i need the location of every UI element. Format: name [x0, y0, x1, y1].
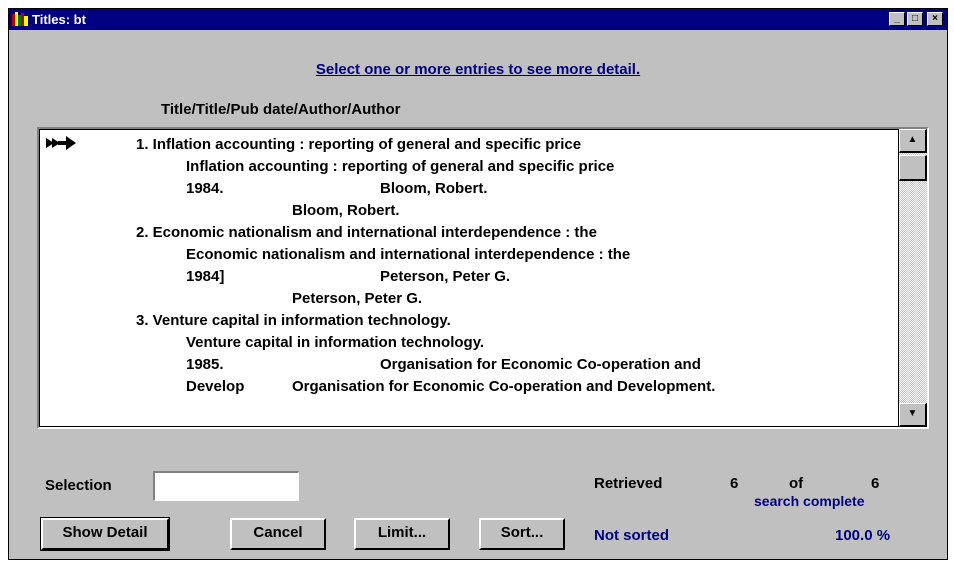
total-count: 6 — [871, 475, 880, 492]
close-button[interactable]: × — [927, 12, 943, 26]
title-bar[interactable]: Titles: bt _ □ × — [9, 9, 947, 30]
list-item[interactable]: Organisation for Economic Co-operation a… — [380, 356, 701, 373]
list-item[interactable]: 1984. — [186, 180, 224, 197]
retrieved-count: 6 — [730, 475, 739, 492]
limit-button[interactable]: Limit... — [354, 518, 450, 550]
list-item[interactable]: Bloom, Robert. — [380, 180, 488, 197]
results-list[interactable]: 1. Inflation accounting : reporting of g… — [39, 129, 899, 427]
titles-window: Titles: bt _ □ × Select one or more entr… — [8, 8, 948, 560]
instruction-link[interactable]: Select one or more entries to see more d… — [9, 61, 947, 78]
results-listbox[interactable]: 1. Inflation accounting : reporting of g… — [37, 127, 929, 429]
list-item[interactable]: 2. Economic nationalism and internationa… — [136, 224, 597, 241]
percent-complete: 100.0 % — [835, 527, 891, 544]
retrieved-label: Retrieved — [594, 475, 663, 492]
pointer-arrow-icon — [46, 136, 76, 150]
maximize-button[interactable]: □ — [907, 12, 923, 26]
list-item[interactable]: 3. Venture capital in information techno… — [136, 312, 451, 329]
search-status: search complete — [754, 493, 865, 509]
sort-button[interactable]: Sort... — [479, 518, 565, 550]
list-item[interactable]: Bloom, Robert. — [292, 202, 400, 219]
scroll-thumb[interactable] — [899, 155, 927, 181]
list-item[interactable]: 1. Inflation accounting : reporting of g… — [136, 136, 581, 153]
sort-status: Not sorted — [594, 527, 669, 544]
vertical-scrollbar[interactable]: ▲ ▼ — [899, 129, 927, 427]
show-detail-button[interactable]: Show Detail — [40, 517, 170, 551]
minimize-button[interactable]: _ — [889, 12, 905, 26]
list-item[interactable]: Organisation for Economic Co-operation a… — [292, 378, 715, 395]
cancel-button[interactable]: Cancel — [230, 518, 326, 550]
selection-label: Selection — [45, 477, 112, 494]
list-item[interactable]: Inflation accounting : reporting of gene… — [186, 158, 614, 175]
selection-input[interactable] — [153, 471, 299, 501]
list-item[interactable]: Economic nationalism and international i… — [186, 246, 630, 263]
column-header: Title/Title/Pub date/Author/Author — [161, 101, 401, 118]
window-title: Titles: bt — [32, 12, 86, 27]
list-item[interactable]: 1984] — [186, 268, 224, 285]
show-detail-label: Show Detail — [62, 524, 148, 541]
list-item[interactable]: 1985. — [186, 356, 224, 373]
list-item[interactable]: Peterson, Peter G. — [292, 290, 422, 307]
list-item[interactable]: Venture capital in information technolog… — [186, 334, 484, 351]
of-label: of — [789, 475, 804, 492]
list-item[interactable]: Develop — [186, 378, 244, 395]
scroll-down-button[interactable]: ▼ — [899, 403, 927, 427]
list-item[interactable]: Peterson, Peter G. — [380, 268, 510, 285]
books-icon — [12, 12, 28, 26]
scroll-up-button[interactable]: ▲ — [899, 129, 927, 153]
